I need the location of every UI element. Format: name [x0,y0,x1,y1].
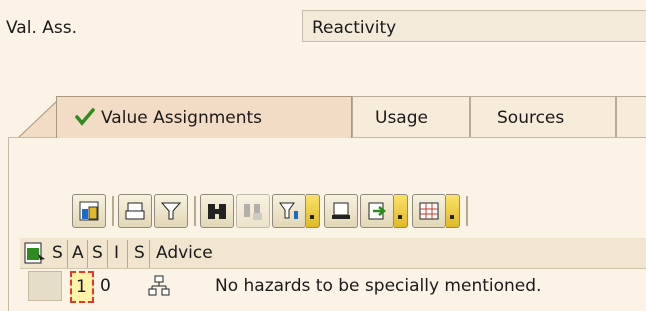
export-button[interactable] [360,194,394,228]
toolbar-separator [112,196,114,226]
row-selector[interactable] [28,271,62,301]
tab-strip: Value Assignments Usage Sources [0,96,646,138]
tab-sources[interactable]: Sources [470,96,616,138]
print-preview-button[interactable] [324,194,358,228]
tab-label: Sources [497,108,565,128]
column-divider [127,240,128,268]
cell-s1: 1 [76,277,87,297]
set-filter-icon [279,202,298,219]
details-button[interactable] [72,194,106,228]
hierarchy-icon[interactable] [148,275,170,297]
cell-a: 0 [100,276,111,296]
column-header-s3[interactable]: S [134,243,145,263]
print-icon [125,202,145,220]
change-layout-dropdown[interactable] [446,194,460,228]
set-filter-dropdown[interactable] [306,194,320,228]
column-divider [87,240,88,268]
table-row[interactable]: 1 0 No hazards to be specially mentioned… [20,269,646,305]
tab-label: Value Assignments [101,108,263,128]
export-dropdown[interactable] [394,194,408,228]
val-ass-label: Val. Ass. [6,18,78,38]
details-icon [79,201,99,221]
toolbar-separator [194,196,196,226]
export-icon [368,202,387,220]
value-assignment-row: Val. Ass. Reactivity [0,0,646,50]
tab-more[interactable] [616,96,646,138]
column-divider [107,240,108,268]
filter-funnel-icon [161,202,181,220]
print-button[interactable] [118,194,152,228]
table-header-row: S A S I S Advice [20,238,646,269]
tab-label: Usage [375,108,428,128]
find-button[interactable] [200,194,234,228]
val-ass-field[interactable]: Reactivity [302,10,646,42]
checkmark-icon [75,108,95,126]
change-layout-button[interactable] [412,194,446,228]
set-filter-button[interactable] [272,194,306,228]
column-header-advice[interactable]: Advice [156,243,213,263]
tab-usage[interactable]: Usage [352,96,470,138]
tab-value-assignments[interactable]: Value Assignments [56,96,352,138]
column-divider [67,240,68,268]
filter-button[interactable] [154,194,188,228]
find-next-icon [244,204,262,220]
find-next-button[interactable] [236,194,270,228]
select-all-icon[interactable] [24,242,46,264]
find-icon [208,204,226,219]
toolbar-separator [466,196,468,226]
print-preview-icon [332,202,350,219]
column-header-s2[interactable]: S [92,243,103,263]
column-divider [149,240,150,268]
column-header-i[interactable]: I [114,243,119,263]
val-ass-value: Reactivity [312,18,397,38]
column-header-s1[interactable]: S [52,243,63,263]
change-layout-icon [419,202,439,220]
selected-cell[interactable]: 1 [70,271,94,303]
column-header-a[interactable]: A [72,243,84,263]
cell-advice: No hazards to be specially mentioned. [215,276,542,296]
